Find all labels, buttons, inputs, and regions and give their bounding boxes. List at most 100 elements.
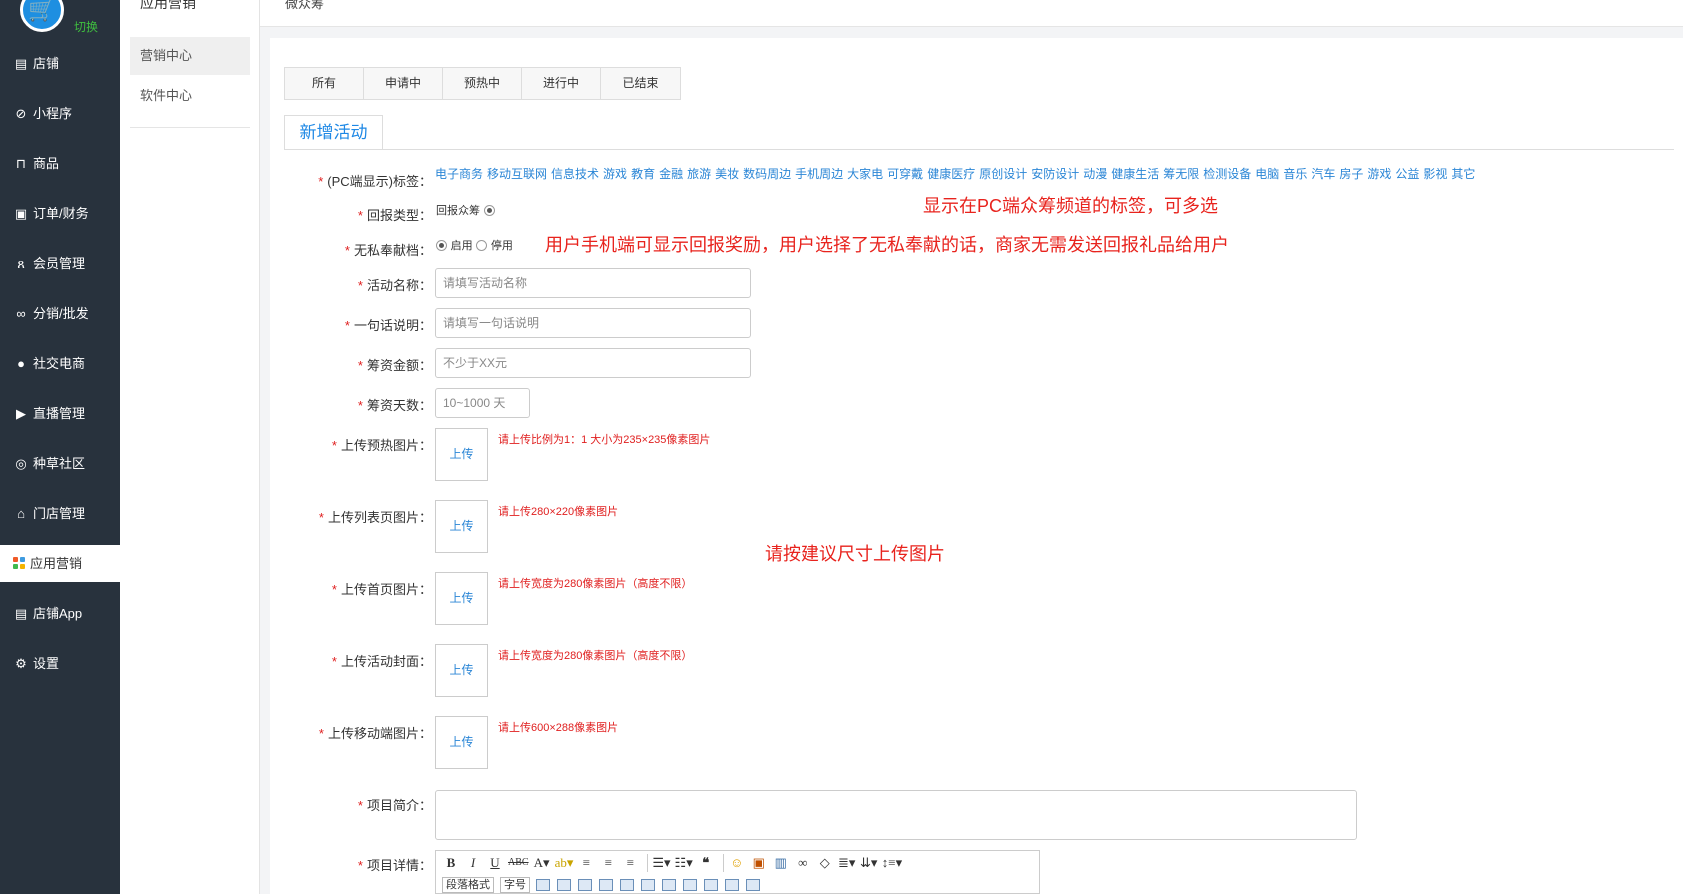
annotation-tags-note: 显示在PC端众筹频道的标签，可多选 <box>923 196 1219 216</box>
section-tab-new-activity[interactable]: 新增活动 <box>284 115 383 150</box>
tag-item[interactable]: 健康医疗 <box>927 167 975 181</box>
table-props-icon[interactable] <box>704 879 718 891</box>
radio-disable[interactable] <box>476 240 488 251</box>
tag-item[interactable]: 电脑 <box>1255 167 1279 181</box>
link-icon[interactable]: ∞ <box>794 854 812 872</box>
home-upload-button[interactable]: 上传 <box>435 572 488 625</box>
strikethrough-icon[interactable]: ABC <box>508 854 529 872</box>
tag-item[interactable]: 原创设计 <box>979 167 1027 181</box>
tag-item[interactable]: 游戏 <box>1367 167 1391 181</box>
sidebar-item-social[interactable]: ● 社交电商 <box>0 345 120 383</box>
tag-item[interactable]: 教育 <box>631 167 655 181</box>
tag-item[interactable]: 动漫 <box>1083 167 1107 181</box>
table-border-icon[interactable] <box>746 879 760 891</box>
sidebar-item-settings[interactable]: ⚙ 设置 <box>0 645 120 683</box>
line-height-icon[interactable]: ↕≡▾ <box>882 854 902 872</box>
bold-icon[interactable]: B <box>442 854 460 872</box>
ordered-list-icon[interactable]: ☷▾ <box>675 854 693 872</box>
rich-text-editor: B I U ABC A▾ ab▾ ≡ ≡ ≡ ☰▾ ☷▾ ❝ ☺ ▣ ▥ ∞ ◇… <box>435 850 1040 894</box>
tag-item[interactable]: 安防设计 <box>1031 167 1079 181</box>
table-icon[interactable] <box>536 879 550 891</box>
tag-item[interactable]: 旅游 <box>687 167 711 181</box>
tag-item[interactable]: 房子 <box>1339 167 1363 181</box>
tag-item[interactable]: 大家电 <box>847 167 883 181</box>
insert-row-icon[interactable] <box>578 879 592 891</box>
quote-icon[interactable]: ❝ <box>697 854 715 872</box>
paragraph-format-select[interactable]: 段落格式 <box>442 877 494 893</box>
mobile-hint: 请上传600×288像素图片 <box>498 722 619 734</box>
return-type-option[interactable]: 回报众筹 <box>436 202 495 218</box>
tag-item[interactable]: 其它 <box>1451 167 1475 181</box>
tag-item[interactable]: 游戏 <box>603 167 627 181</box>
font-color-icon[interactable]: A▾ <box>533 854 551 872</box>
image-icon[interactable]: ▣ <box>750 854 768 872</box>
slogan-input[interactable] <box>435 308 751 338</box>
toolbar-separator <box>647 854 649 872</box>
paragraph-spacing-icon[interactable]: ⇊▾ <box>860 854 878 872</box>
radio-enable[interactable] <box>436 240 447 251</box>
delete-col-icon[interactable] <box>641 879 655 891</box>
video-icon[interactable]: ▥ <box>772 854 790 872</box>
tag-item[interactable]: 移动互联网 <box>487 167 547 181</box>
tab-all[interactable]: 所有 <box>285 68 364 99</box>
tag-item[interactable]: 汽车 <box>1311 167 1335 181</box>
sidebar-item-app-marketing[interactable]: 应用营销 <box>0 545 120 582</box>
sidebar-item-store[interactable]: ▤ 店铺 <box>0 45 120 83</box>
list-upload-button[interactable]: 上传 <box>435 500 488 553</box>
cell-props-icon[interactable] <box>725 879 739 891</box>
preheat-upload-button[interactable]: 上传 <box>435 428 488 481</box>
sidebar-item-community[interactable]: ◎ 种草社区 <box>0 445 120 483</box>
tag-item[interactable]: 检测设备 <box>1203 167 1251 181</box>
tag-item[interactable]: 金融 <box>659 167 683 181</box>
tag-item[interactable]: 可穿戴 <box>887 167 923 181</box>
tab-applying[interactable]: 申请中 <box>364 68 443 99</box>
table-delete-icon[interactable] <box>557 879 571 891</box>
tab-ended[interactable]: 已结束 <box>601 68 680 99</box>
activity-name-input[interactable] <box>435 268 751 298</box>
amount-input[interactable] <box>435 348 751 378</box>
emoji-icon[interactable]: ☺ <box>728 854 746 872</box>
tag-item[interactable]: 美妆 <box>715 167 739 181</box>
sidebar-item-live[interactable]: ▶ 直播管理 <box>0 395 120 433</box>
align-center-icon[interactable]: ≡ <box>599 854 617 872</box>
delete-row-icon[interactable] <box>620 879 634 891</box>
days-input[interactable] <box>435 388 530 418</box>
tag-item[interactable]: 筹无限 <box>1163 167 1199 181</box>
highlight-icon[interactable]: ab▾ <box>555 854 574 872</box>
tag-item[interactable]: 信息技术 <box>551 167 599 181</box>
align-right-icon[interactable]: ≡ <box>621 854 639 872</box>
tab-preheating[interactable]: 预热中 <box>443 68 522 99</box>
switch-link[interactable]: 切换 <box>74 18 98 35</box>
tag-item[interactable]: 影视 <box>1423 167 1447 181</box>
tag-item[interactable]: 音乐 <box>1283 167 1307 181</box>
intro-textarea[interactable] <box>435 790 1357 840</box>
sidebar-item-members[interactable]: ጸ 会员管理 <box>0 245 120 283</box>
sidebar-item-store-app[interactable]: ▤ 店铺App <box>0 595 120 633</box>
indent-icon[interactable]: ≣▾ <box>838 854 856 872</box>
underline-icon[interactable]: U <box>486 854 504 872</box>
unordered-list-icon[interactable]: ☰▾ <box>652 854 670 872</box>
tag-item[interactable]: 手机周边 <box>795 167 843 181</box>
sidebar-item-shops[interactable]: ⌂ 门店管理 <box>0 495 120 533</box>
merge-cells-icon[interactable] <box>662 879 676 891</box>
tab-ongoing[interactable]: 进行中 <box>522 68 601 99</box>
sidebar-item-goods[interactable]: ⊓ 商品 <box>0 145 120 183</box>
tag-item[interactable]: 健康生活 <box>1111 167 1159 181</box>
sub-item-marketing-center[interactable]: 营销中心 <box>130 37 250 75</box>
italic-icon[interactable]: I <box>464 854 482 872</box>
eraser-icon[interactable]: ◇ <box>816 854 834 872</box>
sidebar-item-mini-program[interactable]: ⊘ 小程序 <box>0 95 120 133</box>
align-left-icon[interactable]: ≡ <box>577 854 595 872</box>
split-cells-icon[interactable] <box>683 879 697 891</box>
insert-col-icon[interactable] <box>599 879 613 891</box>
tag-item[interactable]: 电子商务 <box>435 167 483 181</box>
sidebar-item-distribution[interactable]: ∞ 分销/批发 <box>0 295 120 333</box>
mobile-upload-button[interactable]: 上传 <box>435 716 488 769</box>
tag-item[interactable]: 公益 <box>1395 167 1419 181</box>
font-size-select[interactable]: 字号 <box>500 877 530 893</box>
sub-item-software-center[interactable]: 软件中心 <box>130 77 250 115</box>
radio-return-crowdfunding[interactable] <box>483 205 495 216</box>
sidebar-item-orders[interactable]: ▣ 订单/财务 <box>0 195 120 233</box>
cover-upload-button[interactable]: 上传 <box>435 644 488 697</box>
tag-item[interactable]: 数码周边 <box>743 167 791 181</box>
